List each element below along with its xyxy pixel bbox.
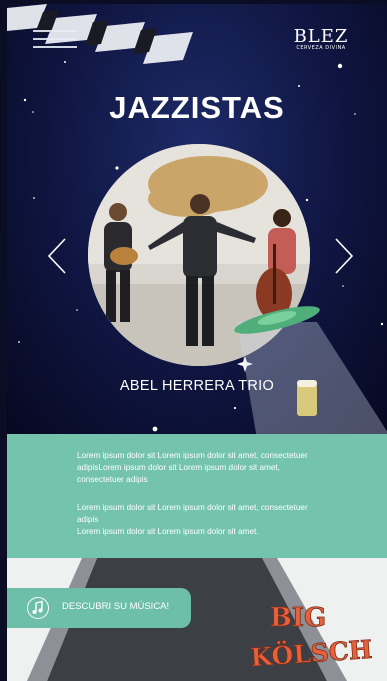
discover-music-button[interactable]: DESCUBRI SU MÚSICA! bbox=[7, 588, 191, 628]
page-title: JAZZISTAS bbox=[109, 90, 285, 125]
description-paragraph: Lorem ipsum dolor sit Lorem ipsum dolor … bbox=[77, 451, 308, 484]
menu-line bbox=[33, 30, 77, 32]
ufo-illustration bbox=[234, 306, 387, 434]
chevron-right-icon[interactable] bbox=[332, 237, 356, 275]
logo-line-2: KÖLSCH bbox=[250, 635, 372, 672]
brand-logo[interactable]: BLEZ CERVEZA DIVINA bbox=[291, 26, 351, 51]
menu-line bbox=[33, 46, 77, 48]
description-paragraph: Lorem ipsum dolor sit Lorem ipsum dolor … bbox=[77, 503, 308, 536]
brand-tagline: CERVEZA DIVINA bbox=[296, 45, 346, 51]
menu-line bbox=[33, 38, 77, 40]
band-name: ABEL HERRERA TRIO bbox=[119, 378, 275, 394]
chevron-left-icon[interactable] bbox=[45, 237, 69, 275]
logo-line-1: BIG bbox=[270, 603, 326, 633]
discover-music-label: DESCUBRI SU MÚSICA! bbox=[62, 601, 170, 612]
music-note-icon bbox=[27, 597, 49, 619]
hero-section: BLEZ CERVEZA DIVINA JAZZISTAS ABEL HERRE… bbox=[7, 4, 387, 434]
brand-name: BLEZ bbox=[293, 26, 349, 47]
big-kolsch-logo[interactable]: BIG KÖLSCH bbox=[250, 600, 372, 676]
description-section: Lorem ipsum dolor sit Lorem ipsum dolor … bbox=[7, 434, 387, 558]
hamburger-menu-icon[interactable] bbox=[33, 30, 77, 52]
